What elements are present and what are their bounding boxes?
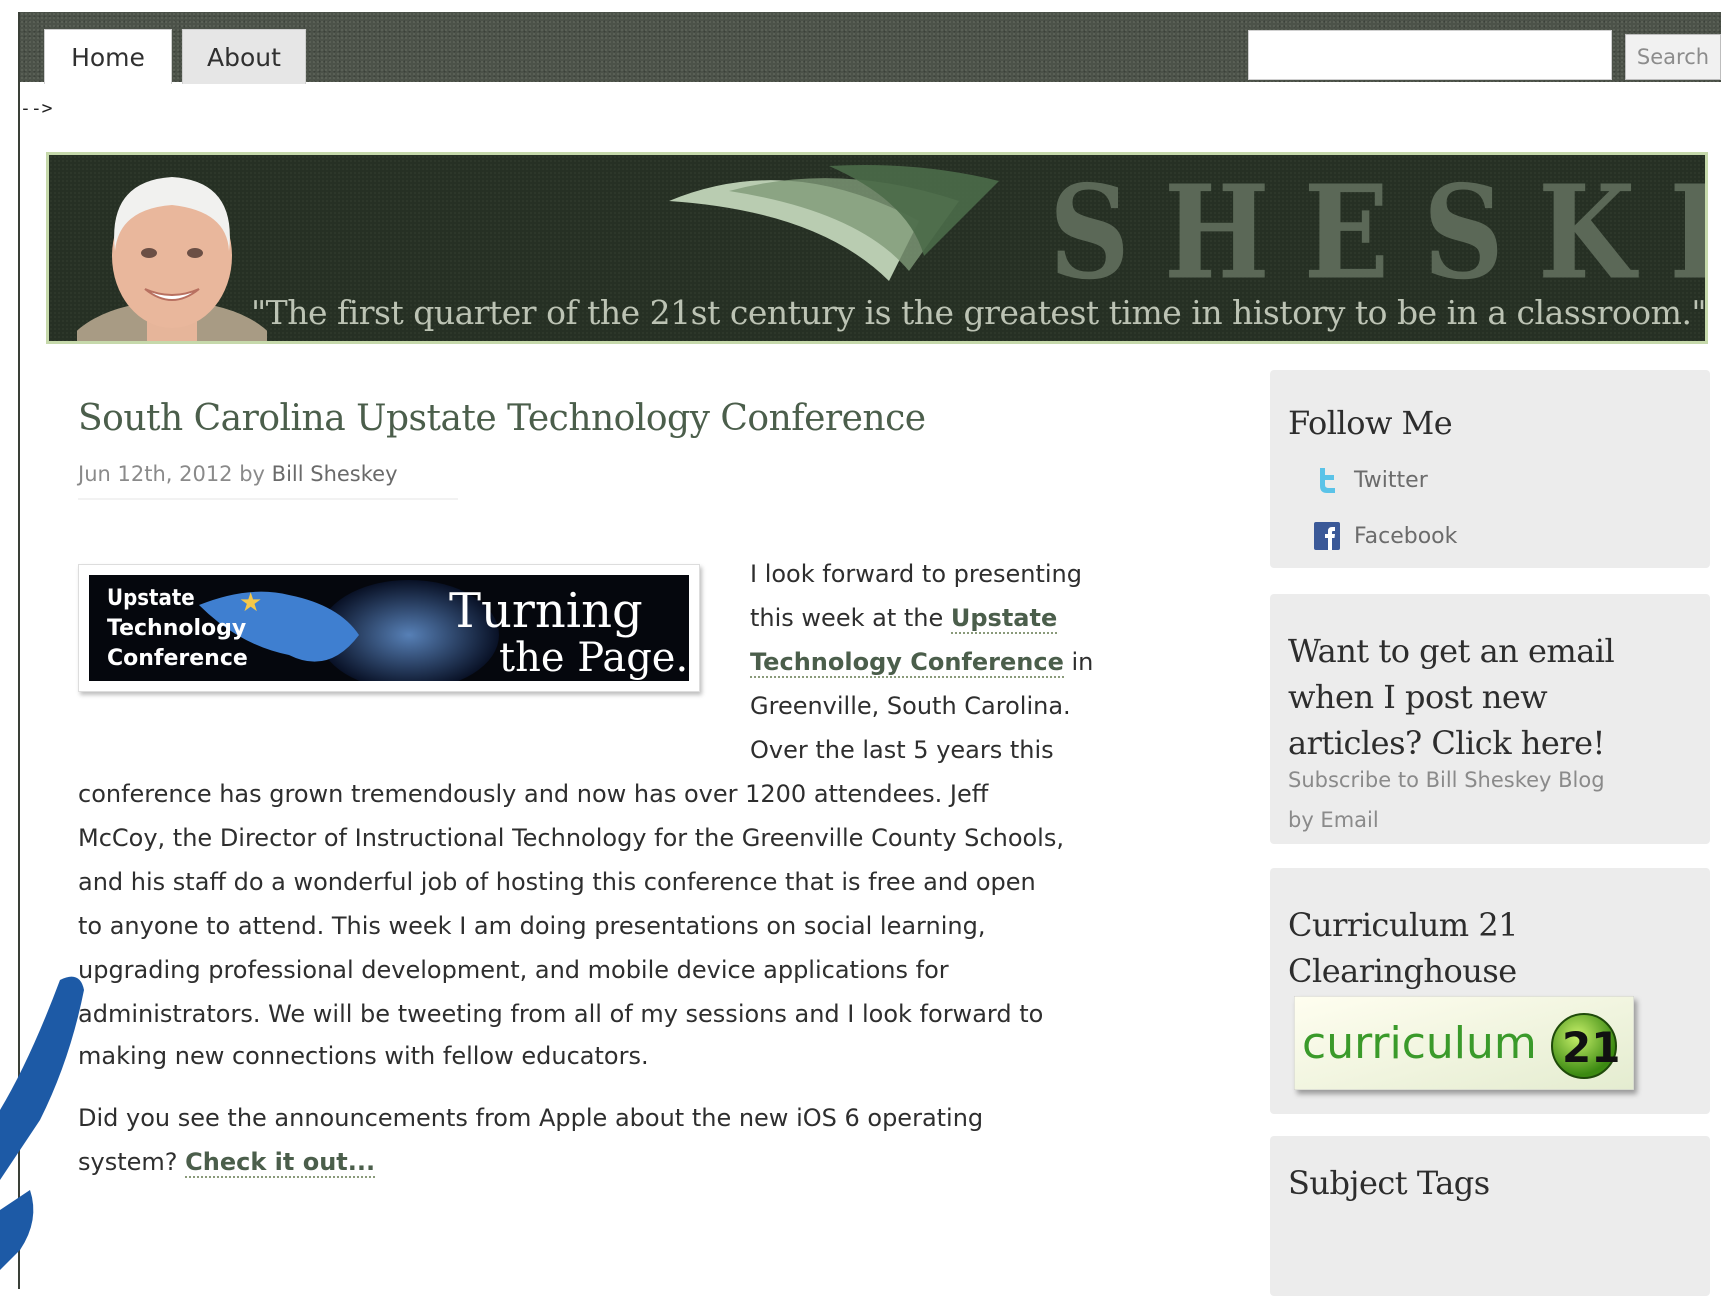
paragraph-line: Did you see the announcements from Apple…	[78, 1104, 984, 1132]
check-it-out-link[interactable]: Check it out...	[185, 1148, 376, 1178]
search-button[interactable]: Search	[1625, 34, 1721, 80]
technology-conference-link[interactable]: Technology Conference	[750, 648, 1064, 678]
facebook-link[interactable]: Facebook	[1314, 522, 1457, 550]
site-brand-name: SHESKEY	[1049, 157, 1705, 309]
conference-banner-image: ★ Upstate Technology Conference Turning …	[78, 564, 700, 692]
tab-about[interactable]: About	[182, 29, 306, 84]
curriculum21-widget: Curriculum 21 Clearinghouse curriculum 2…	[1270, 868, 1710, 1114]
top-navigation-bar: Home About Search	[20, 12, 1721, 84]
author-portrait-image	[77, 177, 267, 341]
star-icon: ★	[239, 588, 262, 618]
paragraph-line: to anyone to attend. This week I am doin…	[78, 912, 986, 940]
widget-title[interactable]: when I post new	[1288, 674, 1548, 720]
subscribe-by-email-link[interactable]: Subscribe to Bill Sheskey Blog by Email	[1288, 760, 1678, 840]
paragraph-line: Over the last 5 years this	[750, 736, 1054, 764]
post-date: Jun 12th, 2012 by	[78, 462, 272, 486]
facebook-label[interactable]: Facebook	[1354, 524, 1457, 549]
browser-page: Home About Search --> SHESKEY "The first…	[18, 12, 1721, 1296]
twitter-icon	[1320, 468, 1335, 493]
paragraph-line: Technology Conference in	[750, 640, 1093, 684]
text-segment: system?	[78, 1148, 186, 1176]
stylus-pen-decoration	[0, 976, 84, 1270]
post-title[interactable]: South Carolina Upstate Technology Confer…	[78, 398, 926, 439]
subscribe-line[interactable]: Subscribe to Bill Sheskey Blog	[1288, 760, 1678, 800]
paragraph-line: administrators. We will be tweeting from…	[78, 1000, 1044, 1028]
twitter-link[interactable]: Twitter	[1314, 466, 1428, 494]
widget-title: Clearinghouse	[1288, 952, 1517, 990]
text-segment: this week at the	[750, 604, 951, 632]
widget-title[interactable]: Want to get an email	[1288, 628, 1615, 674]
stray-html-comment-text: -->	[20, 98, 53, 119]
widget-title: Curriculum 21	[1288, 906, 1519, 944]
subscribe-line[interactable]: by Email	[1288, 800, 1678, 840]
tab-home[interactable]: Home	[44, 29, 172, 84]
paragraph-line: upgrading professional development, and …	[78, 956, 949, 984]
conf-image-text-2: Technology	[107, 616, 246, 641]
swoosh-logo-icon	[669, 165, 999, 281]
post-meta: Jun 12th, 2012 by Bill Sheskey	[78, 462, 458, 500]
post-author-link[interactable]: Bill Sheskey	[272, 462, 398, 486]
curriculum21-logo[interactable]: curriculum 21	[1294, 996, 1634, 1090]
follow-me-widget: Follow Me Twitter Facebook	[1270, 370, 1710, 568]
subject-tags-widget: Subject Tags	[1270, 1136, 1710, 1296]
conference-banner-graphic: ★ Upstate Technology Conference Turning …	[89, 575, 689, 681]
main-content: South Carolina Upstate Technology Confer…	[64, 362, 1174, 1289]
conf-image-text-5: the Page...	[499, 635, 689, 681]
site-header-banner[interactable]: SHESKEY "The first quarter of the 21st c…	[46, 152, 1708, 344]
facebook-icon	[1314, 522, 1340, 550]
paragraph-line: system? Check it out...	[78, 1140, 376, 1184]
widget-title: Subject Tags	[1288, 1164, 1490, 1202]
banner-tagline: "The first quarter of the 21st century i…	[251, 293, 1707, 332]
email-subscribe-widget: Want to get an email when I post new art…	[1270, 594, 1710, 844]
conf-image-text-1: Upstate	[107, 586, 195, 611]
c21-logo-badge: 21	[1562, 1023, 1620, 1072]
search-input[interactable]	[1248, 30, 1612, 80]
paragraph-line: this week at the Upstate	[750, 596, 1058, 640]
paragraph-line: and his staff do a wonderful job of host…	[78, 868, 1036, 896]
paragraph-line: Greenville, South Carolina.	[750, 692, 1071, 720]
widget-title: Follow Me	[1288, 404, 1453, 442]
twitter-label[interactable]: Twitter	[1354, 468, 1428, 493]
conf-image-text-3: Conference	[107, 646, 248, 671]
conf-image-text-4: Turning	[449, 583, 643, 639]
paragraph-line: McCoy, the Director of Instructional Tec…	[78, 824, 1064, 852]
text-segment: in	[1063, 648, 1094, 676]
paragraph-line: conference has grown tremendously and no…	[78, 780, 989, 808]
paragraph-line: making new connections with fellow educa…	[78, 1042, 649, 1070]
paragraph-line: I look forward to presenting	[750, 560, 1082, 588]
c21-logo-text: curriculum	[1302, 1018, 1537, 1069]
upstate-link[interactable]: Upstate	[950, 604, 1058, 634]
